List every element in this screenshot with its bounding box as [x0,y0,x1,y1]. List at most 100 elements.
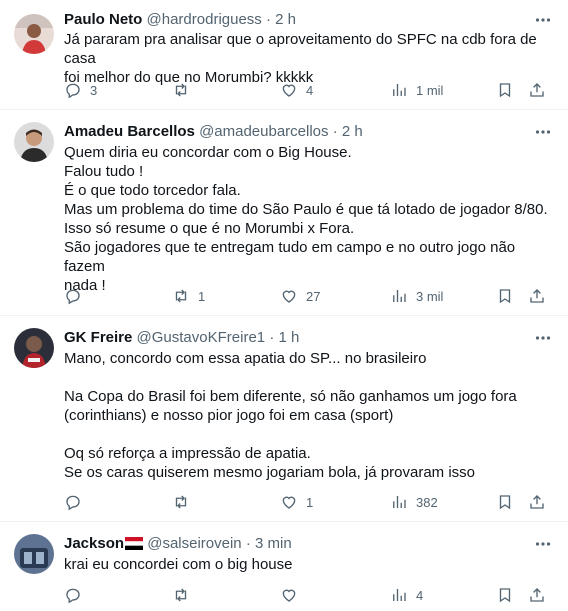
reply-button[interactable] [64,491,90,513]
retweet-count: 1 [198,288,206,304]
avatar[interactable] [14,14,54,54]
retweet-icon [175,289,187,303]
tweet-text-line: Oq só reforça a impressão de apatia. [64,445,311,462]
display-name[interactable]: Amadeu Barcellos [64,123,195,140]
user-handle[interactable]: @hardrodriguess [147,11,262,28]
reply-button[interactable] [64,285,90,307]
action-bar: 3 4 1 mil [64,79,554,101]
reply-icon [66,83,80,99]
reply-icon [66,289,80,305]
separator-dot: · [332,123,338,140]
view-count: 4 [416,587,424,603]
tweet-text-line: Falou tudo ! [64,163,144,180]
reply-button[interactable] [64,584,90,606]
like-icon [282,84,296,97]
tweet-text: Quem diria eu concordar com o Big House.… [64,143,550,295]
share-icon [530,83,544,97]
tweet-text-line: Isso só resume o que é no Morumbi x Fora… [64,220,355,237]
like-button[interactable]: 27 [280,285,320,307]
timestamp[interactable]: 3 min [255,535,292,552]
user-handle[interactable]: @salseirovein [147,535,241,552]
tweet-text-line: krai eu concordei com o big house [64,556,293,573]
bookmark-button[interactable] [496,285,514,307]
more-options-button[interactable] [532,122,554,142]
like-icon [282,290,296,303]
display-name[interactable]: GK Freire [64,329,132,346]
views-button[interactable]: 1 mil [390,79,443,101]
share-button[interactable] [528,285,546,307]
tweet-text: Mano, concordo com essa apatia do SP... … [64,349,550,482]
user-handle[interactable]: @amadeubarcellos [199,123,328,140]
more-options-button[interactable] [532,328,554,348]
view-count: 382 [416,494,438,510]
action-bar: 4 [64,584,554,606]
more-options-button[interactable] [532,534,554,554]
share-button[interactable] [528,79,546,101]
more-icon [535,542,551,546]
share-button[interactable] [528,491,546,513]
display-name[interactable]: Paulo Neto [64,11,142,28]
timestamp[interactable]: 2 h [342,123,363,140]
view-count: 1 mil [416,82,444,98]
retweet-icon [175,83,187,97]
replies-feed: Paulo Neto @hardrodriguess · 2 h Já para… [0,0,568,611]
retweet-button[interactable] [172,79,198,101]
reply-icon [66,495,80,511]
bookmark-button[interactable] [496,491,514,513]
reply-button[interactable]: 3 [64,79,97,101]
tweet-text-line: Já pararam pra analisar que o aproveitam… [64,31,537,67]
view-count: 3 mil [416,288,444,304]
reply-tweet[interactable]: GK Freire @GustavoKFreire1 · 1 h Mano, c… [0,316,568,522]
avatar[interactable] [14,328,54,368]
timestamp[interactable]: 1 h [278,329,299,346]
views-icon [393,84,406,96]
reply-count: 3 [90,82,98,98]
display-name[interactable]: Jackson [64,535,124,552]
share-icon [530,495,544,509]
share-icon [530,588,544,602]
avatar[interactable] [14,122,54,162]
bookmark-button[interactable] [496,79,514,101]
retweet-button[interactable]: 1 [172,285,205,307]
action-bar: 1 382 [64,491,554,513]
share-icon [530,289,544,303]
tweet-header: Paulo Neto @hardrodriguess · 2 h [64,10,528,30]
like-icon [282,589,296,602]
more-options-button[interactable] [532,10,554,30]
views-button[interactable]: 3 mil [390,285,443,307]
like-button[interactable]: 1 [280,491,313,513]
more-icon [535,130,551,134]
flag-icon [125,537,144,550]
user-handle[interactable]: @GustavoKFreire1 [137,329,266,346]
reply-tweet[interactable]: Jackson @salseirovein · 3 min krai eu co… [0,522,568,611]
tweet-text-line: Se os caras quiserem mesmo jogariam bola… [64,464,475,481]
more-icon [535,336,551,340]
retweet-button[interactable] [172,584,198,606]
reply-tweet[interactable]: Amadeu Barcellos @amadeubarcellos · 2 h … [0,110,568,316]
tweet-text-line: (corinthians) e nosso pior jogo foi em c… [64,407,394,424]
avatar[interactable] [14,534,54,574]
separator-dot: · [265,11,271,28]
bookmark-icon [499,588,511,603]
views-icon [393,496,406,508]
like-button[interactable] [280,584,306,606]
bookmark-icon [499,495,511,510]
views-button[interactable]: 382 [390,491,438,513]
tweet-text-line: Mano, concordo com essa apatia do SP... … [64,350,427,367]
reply-icon [66,588,80,604]
views-icon [393,290,406,302]
views-button[interactable]: 4 [390,584,423,606]
like-button[interactable]: 4 [280,79,313,101]
share-button[interactable] [528,584,546,606]
reply-tweet[interactable]: Paulo Neto @hardrodriguess · 2 h Já para… [0,0,568,110]
timestamp[interactable]: 2 h [275,11,296,28]
retweet-button[interactable] [172,491,198,513]
more-icon [535,18,551,22]
bookmark-icon [499,83,511,98]
like-count: 27 [306,288,321,304]
separator-dot: · [269,329,275,346]
tweet-text-line: Na Copa do Brasil foi bem diferente, só … [64,388,517,405]
tweet-text-line [64,368,550,387]
tweet-text-line [64,425,550,444]
bookmark-button[interactable] [496,584,514,606]
